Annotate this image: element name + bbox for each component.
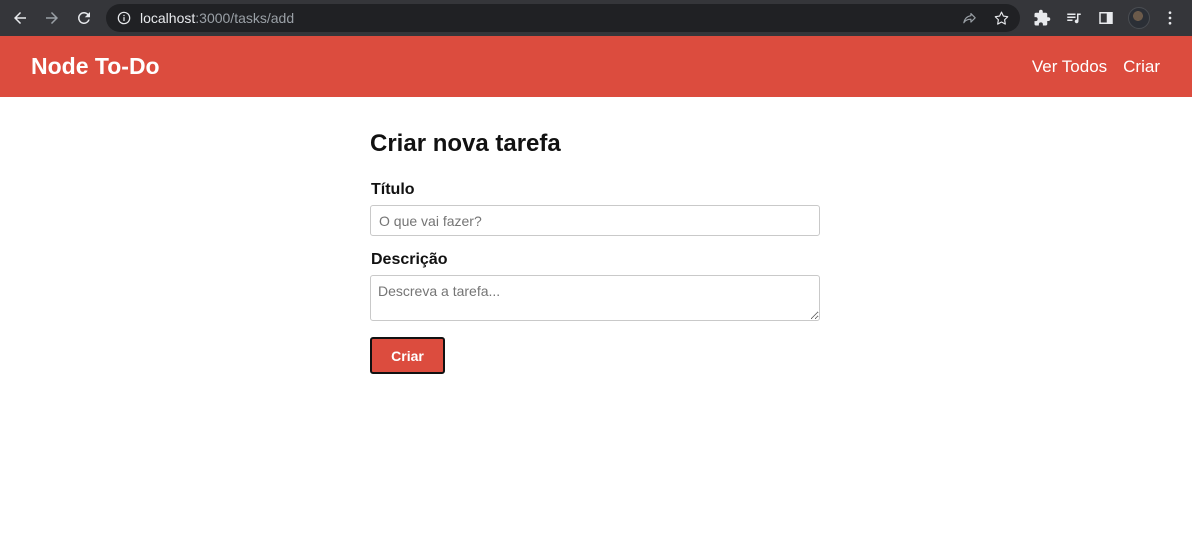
url-host: localhost <box>140 10 196 26</box>
kebab-menu-icon[interactable] <box>1159 7 1181 29</box>
address-bar[interactable]: localhost:3000/tasks/add <box>106 4 1020 32</box>
submit-button[interactable]: Criar <box>370 337 445 374</box>
nav-links: Ver Todos Criar <box>1032 36 1160 97</box>
app-navbar: Node To-Do Ver Todos Criar <box>0 36 1192 97</box>
nav-link-ver-todos[interactable]: Ver Todos <box>1032 57 1107 77</box>
back-button[interactable] <box>8 6 32 30</box>
page-title: Criar nova tarefa <box>370 130 561 157</box>
title-input[interactable] <box>370 205 820 236</box>
description-label: Descrição <box>371 251 448 268</box>
reload-button[interactable] <box>72 6 96 30</box>
nav-link-criar[interactable]: Criar <box>1123 57 1160 77</box>
info-icon[interactable] <box>116 10 132 26</box>
media-queue-icon[interactable] <box>1063 7 1085 29</box>
puzzle-icon[interactable] <box>1031 7 1053 29</box>
share-icon[interactable] <box>960 9 978 27</box>
side-panel-icon[interactable] <box>1095 7 1117 29</box>
url-path: :3000/tasks/add <box>195 10 295 26</box>
reload-icon <box>77 11 90 24</box>
star-icon[interactable] <box>992 9 1010 27</box>
brand-logo[interactable]: Node To-Do <box>31 36 160 97</box>
profile-avatar[interactable] <box>1128 7 1150 29</box>
arrow-right-icon <box>46 12 58 24</box>
url-text: localhost:3000/tasks/add <box>140 4 294 32</box>
browser-toolbar: localhost:3000/tasks/add <box>0 0 1192 36</box>
description-textarea[interactable] <box>370 275 820 321</box>
title-label: Título <box>371 181 415 198</box>
forward-button[interactable] <box>40 6 64 30</box>
arrow-left-icon <box>14 12 26 24</box>
